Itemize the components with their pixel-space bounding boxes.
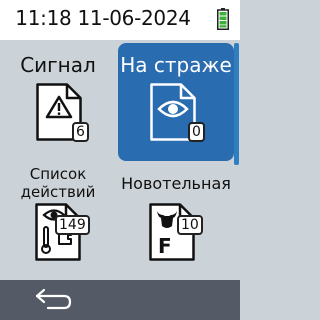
- datetime-text: 11:18 11-06-2024: [15, 6, 191, 30]
- tile-action-list-count-badge: 149: [55, 215, 90, 235]
- tile-newly-calved-label: Новотельная: [121, 174, 231, 193]
- svg-text:F: F: [158, 234, 172, 258]
- tile-signal-label: Сигнал: [20, 53, 96, 77]
- tile-action-list-label-line2: действий: [20, 183, 96, 201]
- tile-signal-count-badge: 6: [72, 122, 89, 142]
- back-arrow-icon[interactable]: [34, 288, 74, 312]
- status-bar: 11:18 11-06-2024: [0, 0, 240, 40]
- bottom-bar: [0, 280, 240, 320]
- tile-signal[interactable]: Сигнал 6: [0, 43, 116, 161]
- tile-newly-calved[interactable]: Новотельная F 10: [118, 163, 234, 281]
- tile-on-guard-label: На страже: [120, 53, 232, 77]
- tile-action-list[interactable]: Список действий 149: [0, 163, 116, 281]
- scrollbar-thumb[interactable]: [234, 43, 239, 165]
- tile-newly-calved-count-badge: 10: [177, 215, 203, 235]
- tile-on-guard[interactable]: На страже 0: [118, 43, 234, 161]
- battery-full-icon: [217, 8, 229, 30]
- tile-on-guard-count-badge: 0: [188, 122, 205, 142]
- tile-action-list-label-line1: Список: [29, 165, 87, 183]
